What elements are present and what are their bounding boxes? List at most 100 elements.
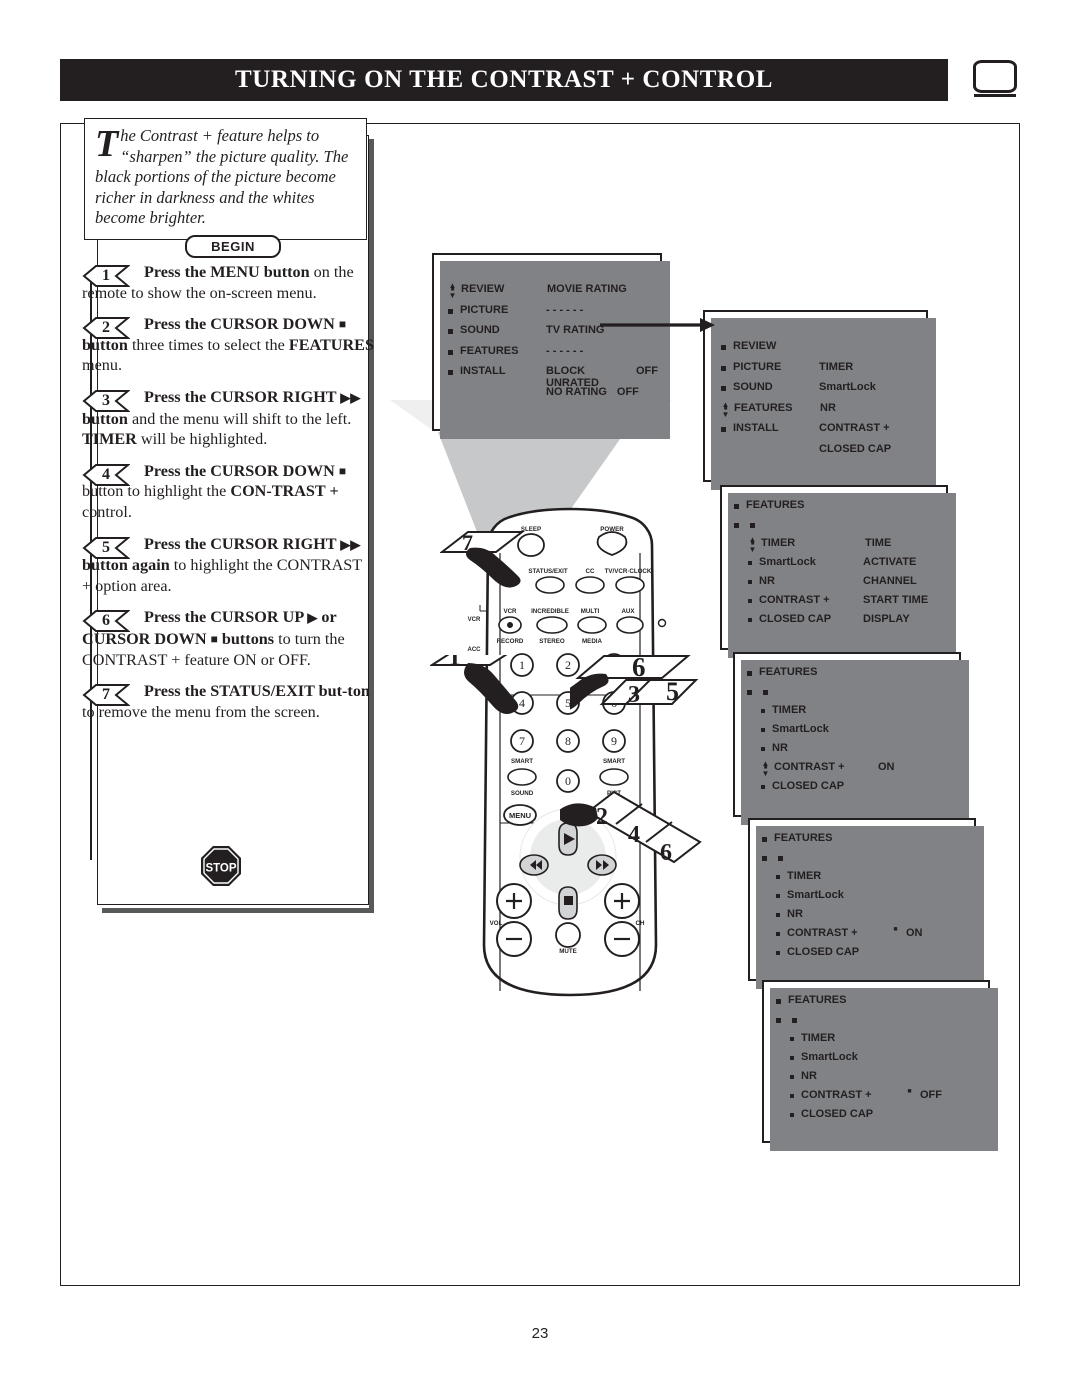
menu-row[interactable]: SmartLock ACTIVATE bbox=[734, 556, 944, 575]
menu-item-label: CLOSED CAP bbox=[759, 613, 832, 625]
bullet-icon bbox=[761, 747, 765, 751]
cursor-indicator: ▲ ■ ▼ bbox=[748, 535, 757, 554]
menu-contrast-option-on: FEATURES TIMER SmartLock NR CONTRAST + ■ ON CLO… bbox=[748, 818, 984, 989]
svg-text:VCR: VCR bbox=[503, 608, 517, 615]
menu-row[interactable]: ▲ ■ ▼ FEATURES NR bbox=[721, 399, 924, 423]
menu-row[interactable]: SmartLock bbox=[776, 1051, 986, 1070]
menu-row[interactable]: CLOSED CAP bbox=[776, 1108, 986, 1127]
menu-row[interactable]: ▲ ■ ▼ CONTRAST + ON bbox=[747, 759, 957, 780]
menu-value-label: CONTRAST + bbox=[819, 422, 890, 434]
menu-subtitle-row bbox=[762, 851, 972, 870]
menu-row[interactable]: NR CHANNEL bbox=[734, 575, 944, 594]
menu-row[interactable]: CONTRAST + START TIME bbox=[734, 594, 944, 613]
menu-row[interactable]: CONTRAST + ■ ON bbox=[762, 926, 972, 946]
bullet-icon bbox=[747, 671, 752, 676]
menu-row[interactable]: SOUND SmartLock bbox=[721, 381, 924, 402]
menu-value-label: DISPLAY bbox=[863, 613, 910, 625]
menu-row[interactable]: PICTURE TIMER bbox=[721, 361, 924, 382]
bullet-icon bbox=[761, 728, 765, 732]
menu-value-label: CHANNEL bbox=[863, 575, 917, 587]
menu-item-label: SmartLock bbox=[801, 1051, 858, 1063]
menu-row[interactable]: NR bbox=[762, 908, 972, 927]
svg-text:7: 7 bbox=[462, 530, 473, 555]
menu-value: OFF bbox=[920, 1089, 942, 1101]
bullet-icon bbox=[776, 999, 781, 1004]
svg-text:3: 3 bbox=[628, 682, 640, 708]
menu-row[interactable]: CLOSED CAP bbox=[721, 443, 924, 464]
menu-item-label: CONTRAST + bbox=[759, 594, 830, 606]
menu-title: FEATURES bbox=[746, 499, 805, 511]
bullet-icon bbox=[792, 1018, 797, 1023]
menu-row[interactable]: CLOSED CAP DISPLAY bbox=[734, 613, 944, 632]
svg-text:1: 1 bbox=[448, 655, 461, 671]
menu-title-row: FEATURES bbox=[734, 499, 944, 518]
menu-row[interactable]: INSTALL BLOCK UNRATED OFF bbox=[448, 365, 658, 389]
menu-row[interactable]: INSTALL CONTRAST + bbox=[721, 422, 924, 443]
bullet-icon bbox=[721, 345, 726, 350]
menu-row[interactable]: TIMER bbox=[776, 1032, 986, 1051]
svg-text:4: 4 bbox=[628, 822, 640, 848]
step-3: 3 Press the CURSOR RIGHT ▶▶ button and th… bbox=[82, 387, 374, 450]
svg-text:MUTE: MUTE bbox=[559, 948, 577, 955]
menu-row[interactable]: ▲ ■ ▼ TIMER TIME bbox=[734, 535, 944, 556]
cursor-indicator: ▲ ■ ▼ bbox=[761, 759, 770, 778]
menu-item-label: INSTALL bbox=[460, 365, 506, 377]
menu-row[interactable]: NO RATING OFF bbox=[448, 386, 658, 407]
step-6: 6 Press the CURSOR UP ▶ or CURSOR DOWN ■ … bbox=[82, 607, 374, 670]
menu-item-label: SOUND bbox=[733, 381, 773, 393]
menu-title-row: FEATURES bbox=[776, 994, 986, 1013]
svg-text:AUX: AUX bbox=[621, 608, 635, 615]
stop-badge: STOP bbox=[200, 845, 242, 887]
menu-row[interactable]: TIMER bbox=[762, 870, 972, 889]
menu-row[interactable]: REVIEW bbox=[721, 340, 924, 361]
svg-text:MEDIA: MEDIA bbox=[582, 638, 602, 645]
callout-3-5: 3 5 bbox=[599, 677, 699, 708]
menu-value-label: SmartLock bbox=[819, 381, 876, 393]
bullet-icon bbox=[778, 856, 783, 861]
intro-dropcap: T bbox=[95, 123, 119, 165]
menu-row[interactable]: ▲ ■ ▼ REVIEW MOVIE RATING bbox=[448, 282, 658, 304]
step-number-1: 1 bbox=[102, 267, 110, 284]
begin-label: BEGIN bbox=[211, 239, 255, 254]
svg-text:ACC: ACC bbox=[468, 647, 482, 653]
menu-item-label: FEATURES bbox=[734, 401, 793, 414]
bullet-icon bbox=[776, 894, 780, 898]
menu-features-selected: REVIEW PICTURE TIMER SOUND SmartLock ▲ ■ ▼ FEATU… bbox=[703, 310, 936, 490]
menu-row[interactable]: NR bbox=[747, 742, 957, 761]
menu-row[interactable]: SmartLock bbox=[762, 889, 972, 908]
menu-row[interactable]: NR bbox=[776, 1070, 986, 1089]
menu-item-label: PICTURE bbox=[460, 303, 509, 316]
menu-item-label: REVIEW bbox=[733, 340, 777, 352]
step-5: 5 Press the CURSOR RIGHT ▶▶ button again … bbox=[82, 534, 374, 597]
menu-row[interactable]: CLOSED CAP bbox=[762, 946, 972, 965]
menu-row[interactable]: TIMER bbox=[747, 704, 957, 723]
svg-text:STOP: STOP bbox=[205, 863, 236, 875]
cursor-indicator: ■ bbox=[907, 1088, 912, 1095]
cursor-indicator: ▲ ■ ▼ bbox=[721, 399, 730, 419]
bullet-icon bbox=[721, 365, 726, 371]
menu-row[interactable]: FEATURES - - - - - - bbox=[448, 345, 658, 366]
bullet-icon bbox=[734, 523, 739, 528]
svg-text:SMART: SMART bbox=[511, 758, 533, 765]
svg-text:MULTI: MULTI bbox=[581, 608, 600, 615]
step-number-3: 3 bbox=[102, 391, 110, 409]
svg-text:6: 6 bbox=[660, 840, 672, 866]
bullet-icon bbox=[448, 370, 453, 375]
menu-value-label: TIMER bbox=[819, 360, 854, 373]
bullet-icon bbox=[776, 951, 780, 955]
bullet-icon bbox=[748, 580, 752, 584]
menu-item-label: CONTRAST + bbox=[774, 761, 845, 773]
bullet-icon bbox=[761, 709, 765, 713]
menu-title-row: FEATURES bbox=[747, 666, 957, 685]
svg-text:8: 8 bbox=[565, 734, 571, 748]
menu-rows: FEATURES TIMER SmartLock NR ▲ ■ ▼ CONTRAST + ON C… bbox=[747, 666, 957, 799]
menu-row[interactable]: SmartLock bbox=[747, 723, 957, 742]
menu-row[interactable]: CONTRAST + ■ OFF bbox=[776, 1088, 986, 1108]
menu-row[interactable]: CLOSED CAP bbox=[747, 780, 957, 799]
menu-item-label: TIMER bbox=[772, 704, 807, 716]
svg-text:9: 9 bbox=[611, 734, 617, 748]
bullet-icon bbox=[762, 856, 767, 861]
menu-rows: FEATURES TIMER SmartLock NR CONTRAST + ■ OFF CL… bbox=[776, 994, 986, 1127]
bullet-icon bbox=[761, 785, 765, 789]
menu-title: FEATURES bbox=[759, 666, 818, 678]
